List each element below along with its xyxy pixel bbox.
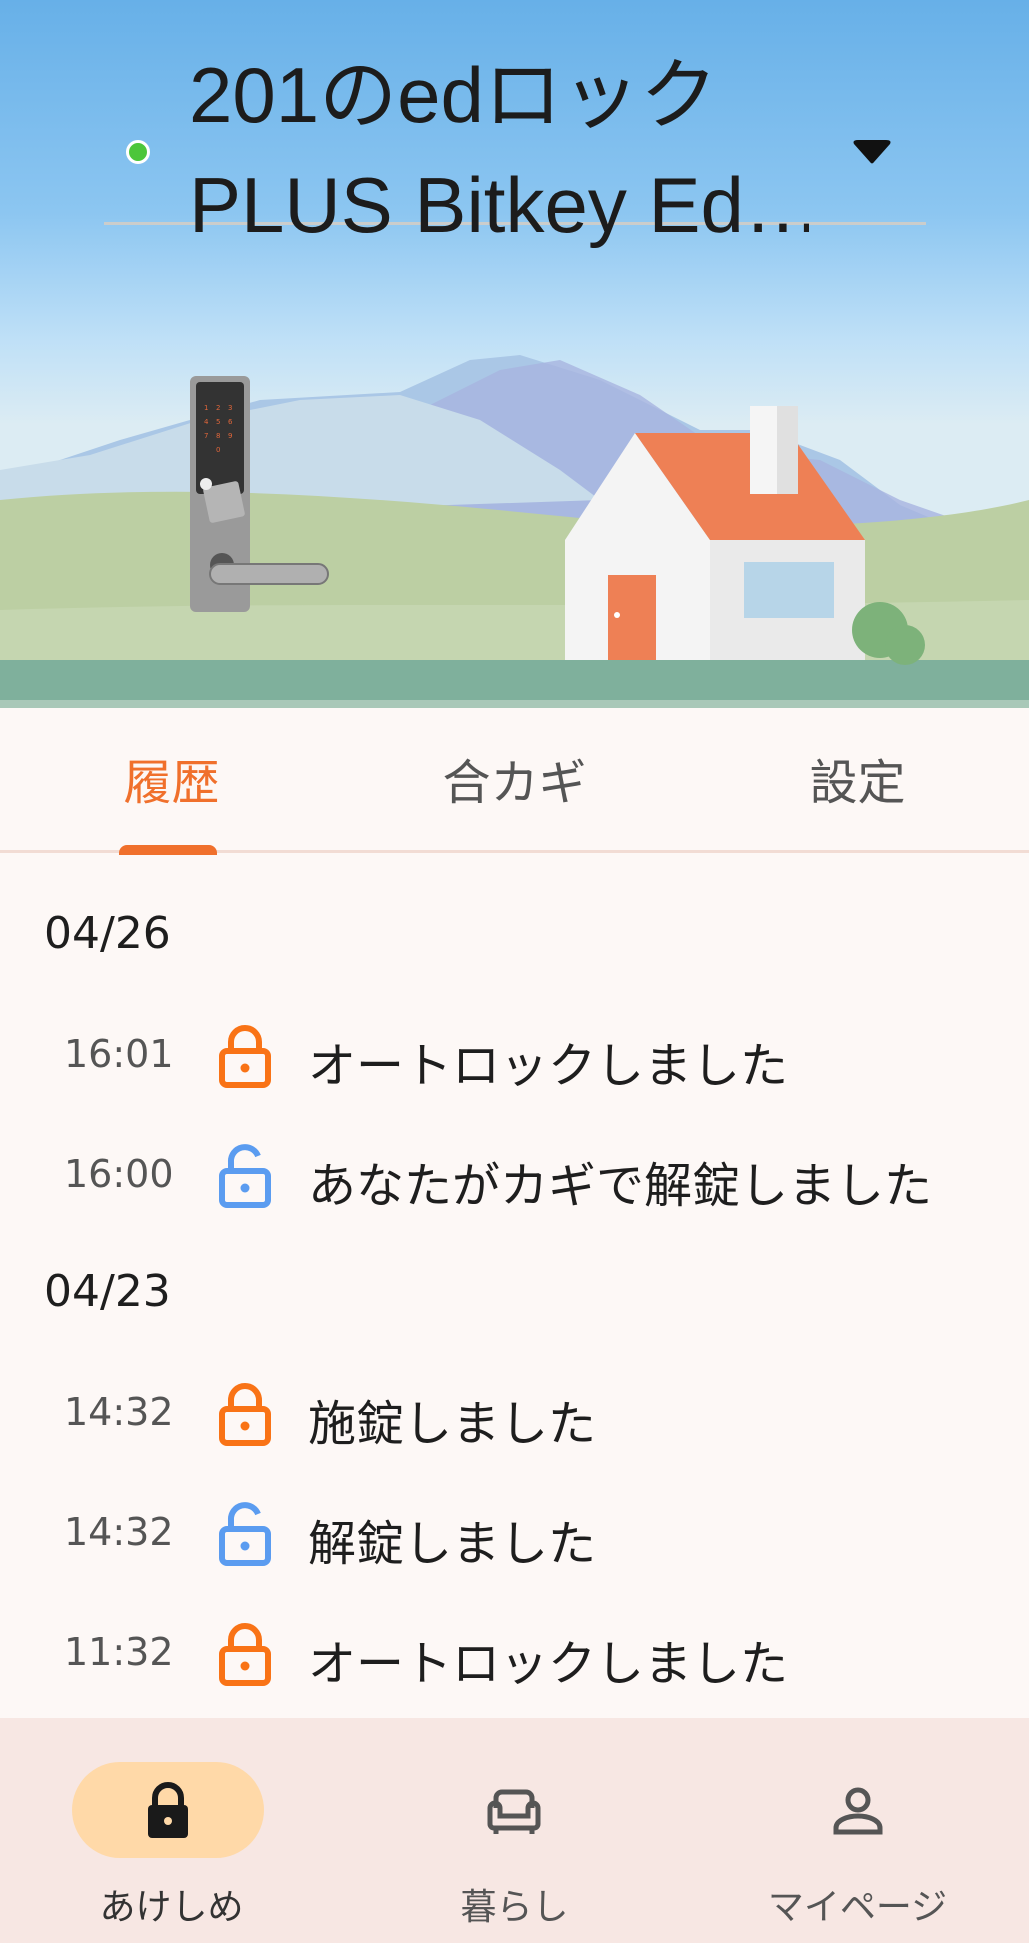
history-message: オートロックしました xyxy=(308,1636,789,1692)
history-time: 16:01 xyxy=(64,1032,174,1076)
nav-item-living[interactable]: 暮らし xyxy=(343,1718,686,1943)
tab-bar: 履歴 合カギ 設定 xyxy=(0,708,1029,855)
date-header: 04/23 xyxy=(44,1266,171,1317)
lock-icon xyxy=(148,1782,188,1838)
device-name: 201のedロック PLUS Bitkey Ed… xyxy=(189,40,809,260)
history-time: 14:32 xyxy=(64,1510,174,1554)
svg-text:4: 4 xyxy=(204,418,209,426)
lock-open-icon xyxy=(219,1144,271,1208)
online-status-dot xyxy=(126,140,150,164)
history-time: 16:00 xyxy=(64,1152,174,1196)
device-name-line1: 201のedロック xyxy=(189,51,718,139)
lock-closed-icon xyxy=(219,1623,271,1686)
lock-closed-icon xyxy=(219,1025,271,1088)
tab-shared-keys[interactable]: 合カギ xyxy=(343,708,686,853)
history-list: 04/26 16:01 オートロックしました 16:00 あなたがカギで解錠しま… xyxy=(0,856,1029,1718)
svg-text:9: 9 xyxy=(228,432,232,440)
history-message: あなたがカギで解錠しました xyxy=(308,1158,933,1214)
history-time: 14:32 xyxy=(64,1390,174,1434)
date-header: 04/26 xyxy=(44,908,171,959)
history-message: オートロックしました xyxy=(308,1038,789,1094)
history-message: 解錠しました xyxy=(308,1516,597,1572)
svg-text:6: 6 xyxy=(228,418,233,426)
svg-text:1: 1 xyxy=(204,404,208,412)
device-name-line2: PLUS Bitkey Ed… xyxy=(189,161,809,249)
history-row[interactable]: 14:32 解錠しました xyxy=(0,1482,1029,1582)
hero-banner: 123 456 789 0 201のedロック PLUS Bitkey Ed… xyxy=(0,0,1029,708)
lock-closed-icon xyxy=(219,1383,271,1446)
tab-history[interactable]: 履歴 xyxy=(0,708,343,853)
nav-item-mypage[interactable]: マイページ xyxy=(686,1718,1029,1943)
sofa-icon xyxy=(487,1789,541,1834)
svg-text:0: 0 xyxy=(216,446,220,454)
bottom-navigation: あけしめ 暮らし マイページ xyxy=(0,1718,1029,1943)
history-row[interactable]: 11:32 オートロックしました xyxy=(0,1602,1029,1702)
nav-label: あけしめ xyxy=(99,1887,244,1928)
svg-text:3: 3 xyxy=(228,404,232,412)
history-row[interactable]: 16:01 オートロックしました xyxy=(0,1004,1029,1104)
caret-down-icon[interactable] xyxy=(852,140,892,166)
history-row[interactable]: 14:32 施錠しました xyxy=(0,1362,1029,1462)
person-icon xyxy=(833,1787,883,1835)
svg-text:2: 2 xyxy=(216,404,220,412)
nav-item-lock[interactable]: あけしめ xyxy=(0,1718,343,1943)
svg-text:7: 7 xyxy=(204,432,208,440)
tab-settings[interactable]: 設定 xyxy=(686,708,1029,853)
nav-label: マイページ xyxy=(767,1887,948,1928)
nav-label: 暮らし xyxy=(460,1887,569,1928)
tab-active-indicator xyxy=(119,845,217,855)
history-message: 施錠しました xyxy=(308,1396,597,1452)
device-selector[interactable]: 201のedロック PLUS Bitkey Ed… xyxy=(104,30,926,249)
svg-text:5: 5 xyxy=(216,418,220,426)
history-time: 11:32 xyxy=(64,1630,174,1674)
lock-open-icon xyxy=(219,1502,271,1566)
history-row[interactable]: 16:00 あなたがカギで解錠しました xyxy=(0,1124,1029,1224)
svg-text:8: 8 xyxy=(216,432,220,440)
